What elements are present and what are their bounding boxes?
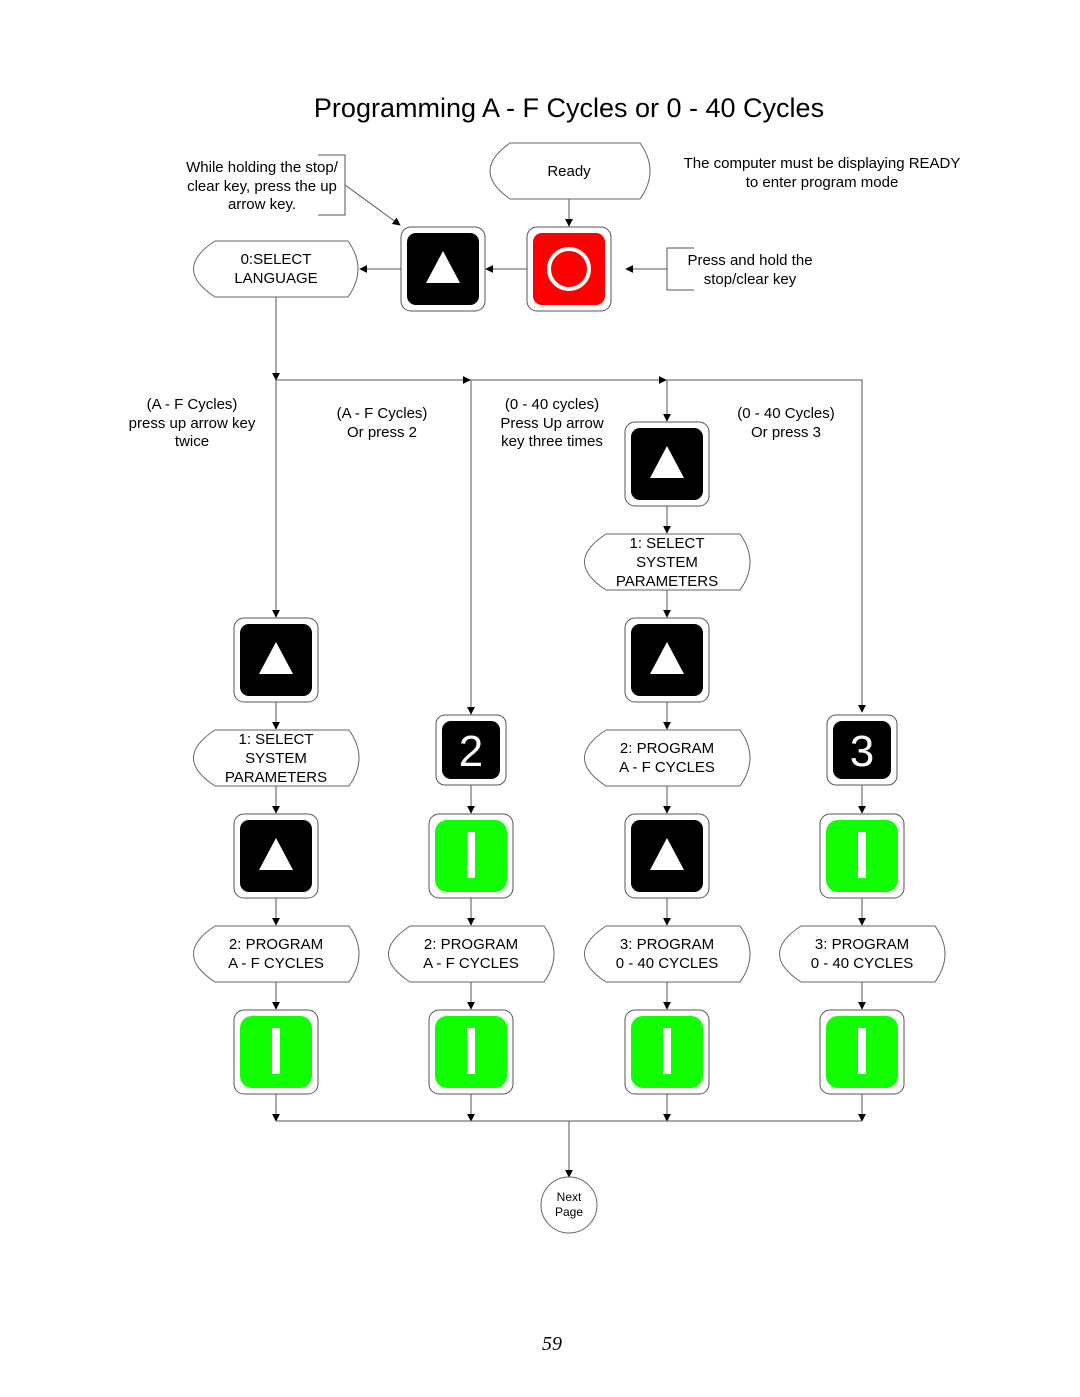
display-text: SYSTEM: [636, 554, 698, 571]
display-text: A - F CYCLES: [423, 955, 519, 972]
display-text: A - F CYCLES: [619, 759, 715, 776]
display-text: A - F CYCLES: [228, 955, 324, 972]
enter-bar-icon: [272, 1028, 280, 1074]
display-text: 0:SELECT: [241, 251, 312, 268]
digit-label: 3: [850, 727, 874, 776]
page-title: Programming A - F Cycles or 0 - 40 Cycle…: [314, 93, 824, 123]
note-line: Press and hold the: [687, 252, 812, 269]
note-col2: (A - F Cycles) Or press 2: [337, 405, 428, 441]
note-col4: (0 - 40 Cycles) Or press 3: [737, 405, 835, 441]
display-program-af: 2: PROGRAM A - F CYCLES: [584, 729, 751, 787]
note-line: Or press 2: [347, 424, 417, 441]
note-line: press up arrow key: [129, 415, 256, 432]
display-text: 1: SELECT: [629, 535, 704, 552]
up-arrow-key[interactable]: [624, 617, 710, 703]
note-col1: (A - F Cycles) press up arrow key twice: [129, 396, 256, 450]
display-text: 2: PROGRAM: [424, 936, 518, 953]
display-text: 3: PROGRAM: [815, 936, 909, 953]
enter-key[interactable]: [819, 813, 905, 899]
note-line: (0 - 40 Cycles): [737, 405, 835, 422]
note-arrow: [344, 184, 401, 226]
note-col3: (0 - 40 cycles) Press Up arrow key three…: [500, 396, 604, 450]
enter-bar-icon: [467, 832, 475, 878]
up-arrow-key[interactable]: [400, 226, 486, 312]
enter-bar-icon: [858, 1028, 866, 1074]
note-line: While holding the stop/: [186, 159, 339, 176]
note-line: key three times: [501, 433, 603, 450]
connector-text: Page: [555, 1205, 583, 1219]
display-text: Ready: [547, 163, 591, 180]
enter-bar-icon: [467, 1028, 475, 1074]
display-program-af: 2: PROGRAM A - F CYCLES: [193, 925, 360, 983]
note-line: to enter program mode: [746, 174, 899, 191]
display-select-language: 0:SELECT LANGUAGE: [193, 240, 359, 298]
display-text: LANGUAGE: [234, 270, 317, 287]
note-line: clear key, press the up: [187, 178, 337, 195]
note-line: (A - F Cycles): [337, 405, 428, 422]
display-text: PARAMETERS: [225, 769, 327, 786]
up-arrow-key[interactable]: [624, 813, 710, 899]
enter-key[interactable]: [233, 1009, 319, 1095]
display-select-system: 1: SELECT SYSTEM PARAMETERS: [193, 729, 360, 787]
enter-key[interactable]: [819, 1009, 905, 1095]
note-press-hold: Press and hold the stop/clear key: [625, 247, 813, 291]
enter-bar-icon: [858, 832, 866, 878]
enter-key[interactable]: [624, 1009, 710, 1095]
digit-label: 2: [459, 727, 483, 776]
note-line: Or press 3: [751, 424, 821, 441]
enter-key[interactable]: [428, 813, 514, 899]
display-program-040: 3: PROGRAM 0 - 40 CYCLES: [779, 925, 946, 983]
note-line: Press Up arrow: [500, 415, 604, 432]
note-line: (0 - 40 cycles): [505, 396, 599, 413]
note-line: The computer must be displaying READY: [684, 155, 961, 172]
display-text: PARAMETERS: [616, 573, 718, 590]
up-arrow-key[interactable]: [233, 617, 319, 703]
display-text: 2: PROGRAM: [620, 740, 714, 757]
enter-bar-icon: [663, 1028, 671, 1074]
display-text: 1: SELECT: [238, 731, 313, 748]
display-text: 3: PROGRAM: [620, 936, 714, 953]
next-page-connector[interactable]: Next Page: [540, 1176, 598, 1234]
note-line: arrow key.: [228, 196, 296, 213]
display-program-040: 3: PROGRAM 0 - 40 CYCLES: [584, 925, 751, 983]
page-number: 59: [542, 1333, 562, 1355]
digit-3-key[interactable]: 3: [826, 714, 898, 786]
display-text: 2: PROGRAM: [229, 936, 323, 953]
digit-2-key[interactable]: 2: [435, 714, 507, 786]
display-text: 0 - 40 CYCLES: [811, 955, 914, 972]
note-line: twice: [175, 433, 209, 450]
note-must-ready: The computer must be displaying READY to…: [684, 155, 961, 191]
stop-clear-key[interactable]: [526, 226, 612, 312]
display-text: 0 - 40 CYCLES: [616, 955, 719, 972]
note-line: (A - F Cycles): [147, 396, 238, 413]
display-program-af: 2: PROGRAM A - F CYCLES: [388, 925, 555, 983]
up-arrow-key[interactable]: [233, 813, 319, 899]
enter-key[interactable]: [428, 1009, 514, 1095]
note-line: stop/clear key: [704, 271, 797, 288]
display-text: SYSTEM: [245, 750, 307, 767]
display-ready: Ready: [489, 142, 651, 200]
connector-text: Next: [557, 1190, 582, 1204]
up-arrow-key[interactable]: [624, 421, 710, 507]
note-hold-up: While holding the stop/ clear key, press…: [186, 154, 401, 226]
display-select-system: 1: SELECT SYSTEM PARAMETERS: [584, 533, 751, 591]
flowchart: Programming A - F Cycles or 0 - 40 Cycle…: [129, 93, 961, 1355]
